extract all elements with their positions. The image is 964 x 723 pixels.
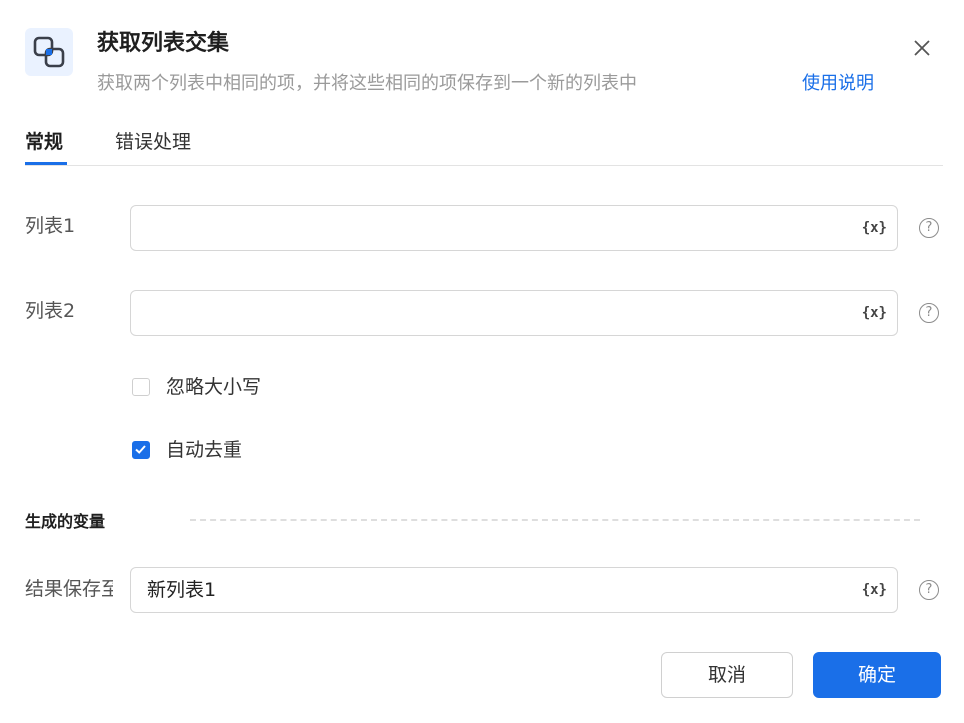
list1-help-icon[interactable]: ? [919,218,939,238]
ignore-case-checkbox[interactable] [132,378,150,396]
close-icon[interactable] [910,36,934,60]
list1-input[interactable]: {x} [130,205,898,251]
list2-variable-button[interactable]: {x} [862,302,887,324]
result-help-icon[interactable]: ? [919,580,939,600]
list1-label: 列表1 [25,215,76,237]
ignore-case-label[interactable]: 忽略大小写 [166,375,261,399]
tab-general[interactable]: 常规 [25,130,63,154]
cancel-button[interactable]: 取消 [661,652,793,698]
section-divider [190,519,920,521]
confirm-button[interactable]: 确定 [813,652,941,698]
auto-dedupe-label[interactable]: 自动去重 [166,438,242,462]
tab-error-handling[interactable]: 错误处理 [115,130,191,154]
result-variable-value: 新列表1 [147,579,217,601]
auto-dedupe-checkbox[interactable] [132,441,150,459]
list2-label: 列表2 [25,300,76,322]
list-intersection-icon [25,28,73,76]
list2-help-icon[interactable]: ? [919,303,939,323]
section-title-output: 生成的变量 [25,512,106,531]
list2-input[interactable]: {x} [130,290,898,336]
dialog-title: 获取列表交集 [97,31,230,56]
list1-variable-button[interactable]: {x} [862,217,887,239]
result-label: 结果保存至 [25,578,113,600]
result-variable-button[interactable]: {x} [862,579,887,601]
result-variable-input[interactable]: 新列表1 {x} [130,567,898,613]
usage-help-link[interactable]: 使用说明 [802,72,874,96]
dialog-subtitle: 获取两个列表中相同的项，并将这些相同的项保存到一个新的列表中 [97,73,637,94]
tab-divider [25,165,943,166]
checkmark-icon [135,445,146,454]
